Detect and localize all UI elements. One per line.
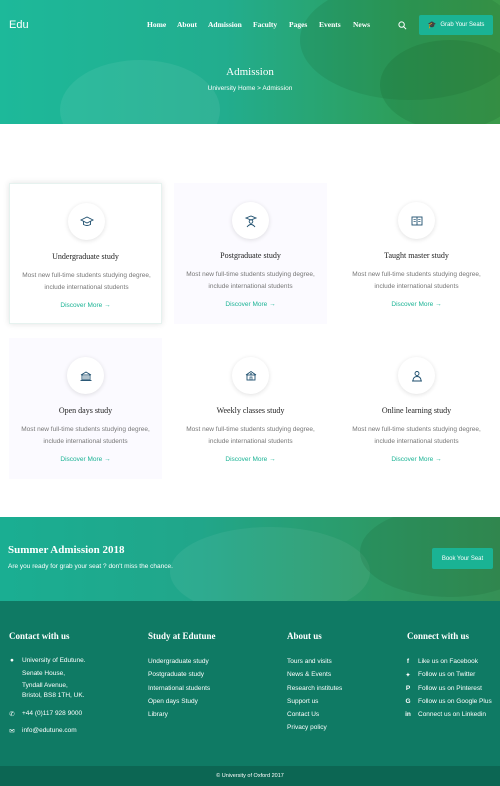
graduation-cap-icon: 🎓 [427,22,437,29]
grab-your-seats-label: Grab Your Seats [440,22,485,28]
copyright: © University of Oxford 2017 [0,766,500,786]
banner-title: Summer Admission 2018 [8,544,125,556]
footer-link[interactable]: Contact Us [287,711,319,718]
discover-more-link[interactable]: Discover More → [340,456,493,463]
phone-icon: ✆ [9,711,15,718]
email-icon: ✉ [9,728,15,735]
card-description: Most new full-time students studying deg… [352,271,481,290]
classroom-icon [232,357,269,394]
google-plus-icon[interactable]: G [404,698,412,705]
book-your-seat-button[interactable]: Book Your Seat [432,548,493,569]
breadcrumb[interactable]: University Home > Admission [0,85,500,92]
footer-link[interactable]: International students [148,685,210,692]
nav-admission[interactable]: Admission [208,20,242,29]
discover-more-link[interactable]: Discover More → [174,301,327,308]
discover-more-link[interactable]: Discover More → [174,456,327,463]
discover-more-link[interactable]: Discover More → [10,302,161,309]
footer [0,601,500,766]
online-learning-icon [398,357,435,394]
footer-link[interactable]: Library [148,711,168,718]
nav-home[interactable]: Home [147,20,166,29]
card-undergraduate: Undergraduate study Most new full-time s… [9,183,162,324]
twitter-icon[interactable]: ✦ [404,671,412,679]
card-description: Most new full-time students studying deg… [22,272,151,291]
footer-heading-about: About us [287,631,322,641]
social-link-google-plus[interactable]: Follow us on Google Plus [418,698,492,705]
nav-about[interactable]: About [177,20,197,29]
open-book-icon [398,202,435,239]
footer-link[interactable]: Undergraduate study [148,658,209,665]
social-link-pinterest[interactable]: Follow us on Pinterest [418,685,482,692]
card-title: Weekly classes study [216,406,285,415]
card-description: Most new full-time students studying deg… [186,271,315,290]
admission-banner [0,517,500,601]
card-weekly-classes: Weekly classes study Most new full-time … [174,338,327,479]
facebook-icon[interactable]: f [404,658,412,665]
card-title: Open days study [58,406,113,415]
card-title: Online learning study [381,406,452,415]
card-title: Postgraduate study [220,251,281,260]
contact-email[interactable]: info@edutune.com [22,727,77,734]
footer-link[interactable]: Postgraduate study [148,671,204,678]
card-taught-master: Taught master study Most new full-time s… [340,183,493,324]
nav-news[interactable]: News [353,20,370,29]
card-open-days: Open days study Most new full-time stude… [9,338,162,479]
social-link-twitter[interactable]: Follow us on Twitter [418,671,475,678]
card-online-learning: Online learning study Most new full-time… [340,338,493,479]
linkedin-icon[interactable]: in [404,711,412,718]
banner-subtitle: Are you ready for grab your seat ? don't… [8,563,173,570]
graduate-person-icon [232,202,269,239]
nav-events[interactable]: Events [319,20,341,29]
footer-link[interactable]: Tours and visits [287,658,332,665]
discover-more-link[interactable]: Discover More → [9,456,162,463]
card-title: Undergraduate study [52,252,119,261]
card-title: Taught master study [384,251,449,260]
search-icon[interactable] [398,21,407,30]
grab-your-seats-button[interactable]: 🎓 Grab Your Seats [419,15,493,35]
social-link-linkedin[interactable]: Connect us on Linkedin [418,711,486,718]
address-line: Tyndall Avenue, [22,682,68,689]
footer-heading-contact: Contact with us [9,631,70,641]
address-line: Senate House, [22,670,66,677]
social-link-facebook[interactable]: Like us on Facebook [418,658,478,665]
contact-phone[interactable]: +44 (0)117 928 9000 [22,710,82,717]
nav-faculty[interactable]: Faculty [253,20,277,29]
footer-heading-connect: Connect with us [407,631,470,641]
location-pin-icon: ● [10,657,14,664]
footer-link[interactable]: Support us [287,698,318,705]
discover-more-link[interactable]: Discover More → [340,301,493,308]
footer-heading-study: Study at Edutune [148,631,216,641]
card-description: Most new full-time students studying deg… [352,426,481,445]
graduation-cap-icon [68,203,105,240]
footer-link[interactable]: Privacy policy [287,724,327,731]
address-line: University of Edutune. [22,657,86,664]
school-building-icon [67,357,104,394]
nav-pages[interactable]: Pages [289,20,307,29]
card-description: Most new full-time students studying deg… [186,426,315,445]
footer-link[interactable]: Open days Study [148,698,198,705]
page-title: Admission [226,66,274,78]
address-line: Bristol, BS8 1TH, UK. [22,692,85,699]
footer-link[interactable]: Research institutes [287,685,342,692]
card-postgraduate: Postgraduate study Most new full-time st… [174,183,327,324]
pinterest-icon[interactable]: P [404,685,412,692]
footer-link[interactable]: News & Events [287,671,331,678]
card-description: Most new full-time students studying deg… [21,426,150,445]
